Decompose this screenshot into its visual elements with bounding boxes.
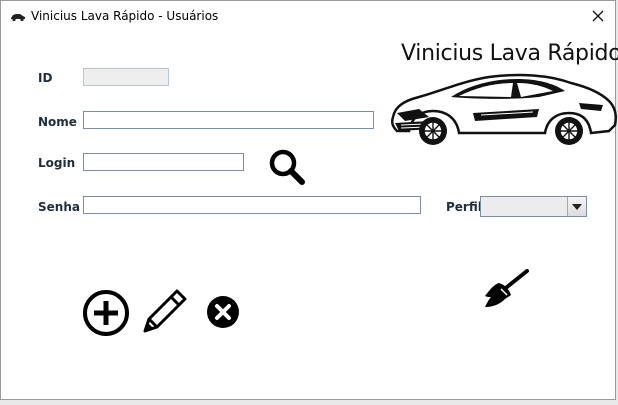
chevron-down-icon xyxy=(572,203,582,210)
window-title: Vinicius Lava Rápido - Usuários xyxy=(31,9,219,23)
nome-field[interactable] xyxy=(83,111,374,129)
car-icon xyxy=(11,14,25,22)
senha-field[interactable] xyxy=(83,196,421,214)
login-label: Login xyxy=(38,156,76,170)
users-window: Vinicius Lava Rápido - Usuários Vinicius… xyxy=(0,0,618,400)
senha-label: Senha xyxy=(38,200,80,214)
title-bar[interactable]: Vinicius Lava Rápido - Usuários xyxy=(1,1,615,33)
perfil-dropdown-button[interactable] xyxy=(567,197,586,216)
nome-label: Nome xyxy=(38,115,77,129)
close-button[interactable] xyxy=(587,5,609,27)
broom-icon[interactable] xyxy=(481,269,531,309)
perfil-label: Perfil xyxy=(446,200,482,214)
login-field[interactable] xyxy=(83,153,244,171)
id-label: ID xyxy=(38,71,53,85)
sports-car-logo xyxy=(390,73,617,145)
pencil-icon[interactable] xyxy=(139,285,191,337)
close-icon xyxy=(592,10,604,22)
delete-circle-icon[interactable] xyxy=(206,295,240,329)
brand-title: Vinicius Lava Rápido xyxy=(401,41,618,66)
search-icon[interactable] xyxy=(267,147,307,185)
add-circle-icon[interactable] xyxy=(82,289,132,337)
id-field xyxy=(83,68,169,86)
perfil-select[interactable] xyxy=(480,196,587,217)
